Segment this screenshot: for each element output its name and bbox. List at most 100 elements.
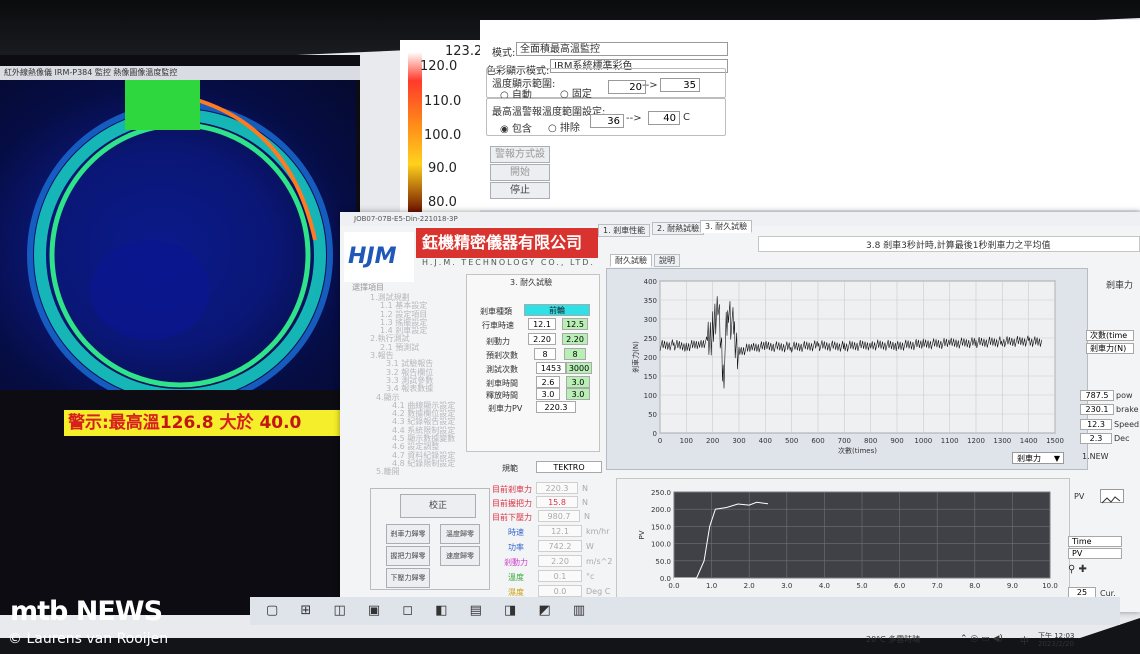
field-label: 預剎次數 xyxy=(486,351,518,360)
x-tick-label: 1200 xyxy=(967,437,985,445)
power-value: 787.5 xyxy=(1080,390,1114,401)
x-tick-label: 1300 xyxy=(993,437,1011,445)
x-tick-label: 1100 xyxy=(941,437,959,445)
grip-force-zero-button[interactable]: 握把力歸零 xyxy=(386,546,430,566)
range-arrow: --> xyxy=(642,80,658,91)
alarm-arrow: --> xyxy=(626,113,642,124)
start-button[interactable]: 開始 xyxy=(490,164,550,181)
field-setpoint[interactable]: 8 xyxy=(564,348,586,360)
brake-force-zero-button[interactable]: 剎車力歸零 xyxy=(386,524,430,544)
field-label: 剎動力 xyxy=(486,337,510,346)
x-tick-label: 10.0 xyxy=(1042,582,1058,590)
brake-pv-label: 剎車力PV xyxy=(488,404,523,413)
brake-force-chart: 0 50 100 150 200 250 300 350 400 0 100 200 300 400 500… xyxy=(631,278,1064,455)
subtab-durability[interactable]: 耐久試驗 xyxy=(610,254,652,267)
pv-box: PV xyxy=(1068,548,1122,559)
field-value: 1453 xyxy=(536,362,566,374)
alarm-include-radio[interactable]: ◉ 包含 xyxy=(500,120,532,135)
readout-unit: W xyxy=(586,542,594,551)
alarm-max-input[interactable]: 40 xyxy=(648,111,680,125)
field-label: 測試次數 xyxy=(486,365,518,374)
stop-button[interactable]: 停止 xyxy=(490,182,550,199)
alarm-setting-button[interactable]: 警報方式設定 xyxy=(490,146,550,176)
field-setpoint[interactable]: 3.0 xyxy=(566,376,590,388)
alarm-threshold: 40.0 xyxy=(259,413,302,433)
field-label: 行車時速 xyxy=(482,321,514,330)
field-value: 2.6 xyxy=(536,376,560,388)
tab-heat-test[interactable]: 2. 耐熱試驗 xyxy=(652,222,705,235)
y-tick-label: 250.0 xyxy=(651,489,671,497)
watermark-logo: mtb NEWS xyxy=(10,596,163,627)
alarm-range-label: 最高溫警報溫度範圍設定: xyxy=(492,107,606,118)
field-value: 12.1 xyxy=(528,318,556,330)
pv-chart: 0.050.0100.0150.0200.0250.00.0 1.0 2.0 3.0 4… xyxy=(638,489,1058,590)
menu-item[interactable]: 5.離開 xyxy=(376,467,470,476)
readout-label: 目前握把力 xyxy=(492,499,532,508)
temperature-zero-button[interactable]: 溫度歸零 xyxy=(440,524,480,544)
range-min-input[interactable]: 20 xyxy=(608,80,646,94)
company-name-cn: 鈺機精密儀器有限公司 xyxy=(416,228,598,258)
mode-select[interactable]: 全面積最高溫監控 xyxy=(516,42,728,56)
x-tick-label: 900 xyxy=(890,437,903,445)
y-tick-label: 50.0 xyxy=(655,558,671,566)
brake-value: 230.1 xyxy=(1080,404,1114,415)
range-max-input[interactable]: 35 xyxy=(660,78,700,92)
clock-date[interactable]: 2023/2/20 xyxy=(1038,640,1074,648)
calibrate-button[interactable]: 校正 xyxy=(400,494,476,518)
y-tick-label: 350 xyxy=(644,297,657,305)
x-axis-label: 次數(times) xyxy=(838,446,877,455)
zoom-icon[interactable]: ⚲ ✚ xyxy=(1068,564,1087,575)
company-name-en: H.J.M. TECHNOLOGY CO., LTD. xyxy=(422,258,595,267)
scale-tick: 120.0 xyxy=(420,59,458,74)
brake-type-value: 前輪 xyxy=(524,304,590,316)
alarm-label: 警示:最高溫 xyxy=(68,413,160,433)
scale-tick: 90.0 xyxy=(428,161,457,176)
menu-item[interactable]: 4.8 紀錄限制設定 xyxy=(392,459,470,468)
tray-icons[interactable]: ⌃ ◎ ▭ ◀) xyxy=(960,634,1003,644)
x-tick-label: 100 xyxy=(680,437,693,445)
subtab-description[interactable]: 說明 xyxy=(654,254,680,267)
alarm-exclude-radio[interactable]: ○ 排除 xyxy=(548,119,580,134)
scale-max: 123.2 xyxy=(445,44,483,59)
weather[interactable]: 20°C 多雲時晴 xyxy=(866,634,920,645)
taskbar-icons[interactable]: ▢ ⊞ ◫ ▣ ◻ ◧ ▤ ◨ ◩ ▥ xyxy=(266,603,594,618)
x-tick-label: 500 xyxy=(785,437,798,445)
y-tick-label: 0 xyxy=(653,430,657,438)
x-tick-label: 3.0 xyxy=(781,582,792,590)
x-tick-label: 1500 xyxy=(1046,437,1064,445)
readout-value: 12.1 xyxy=(538,525,582,537)
brake-pv-value: 220.3 xyxy=(536,401,576,413)
readout-unit: N xyxy=(582,498,588,507)
field-value: 8 xyxy=(534,348,556,360)
x-tick-label: 4.0 xyxy=(819,582,830,590)
readout-unit: N xyxy=(582,484,588,493)
count-unit-box: 次數(time xyxy=(1086,330,1134,341)
hjm-logo: HJM xyxy=(344,232,414,282)
readout-label: 時速 xyxy=(508,528,524,537)
field-setpoint[interactable]: 2.20 xyxy=(562,333,588,345)
x-tick-label: 0 xyxy=(658,437,662,445)
tab-durability-test[interactable]: 3. 耐久試驗 xyxy=(700,220,753,233)
down-force-zero-button[interactable]: 下壓力歸零 xyxy=(386,568,430,588)
readout-label: 目前剎車力 xyxy=(492,485,532,494)
tab-brake-performance[interactable]: 1. 剎車性能 xyxy=(598,224,651,237)
alarm-banner: 警示:最高溫126.8 大於 40.0 xyxy=(64,410,354,436)
y-tick-label: 50 xyxy=(648,411,657,419)
readout-unit: m/s^2 xyxy=(586,557,613,566)
x-tick-label: 600 xyxy=(811,437,824,445)
speed-zero-button[interactable]: 速度歸零 xyxy=(440,546,480,566)
ime-indicator[interactable]: 中 xyxy=(1020,634,1029,647)
menu-header: 選擇項目 xyxy=(352,283,384,292)
channel-select-value: 剎車力 xyxy=(1017,454,1041,463)
field-setpoint[interactable]: 3.0 xyxy=(566,388,590,400)
readout-label: 溫度 xyxy=(508,573,524,582)
channel-select[interactable]: 剎車力 ▼ xyxy=(1012,452,1064,464)
x-tick-label: 9.0 xyxy=(1007,582,1018,590)
field-setpoint[interactable]: 3000 xyxy=(566,362,592,374)
x-tick-label: 5.0 xyxy=(856,582,867,590)
brake-label: brake xyxy=(1116,405,1139,414)
waveform-icon[interactable] xyxy=(1100,489,1124,504)
scale-tick: 80.0 xyxy=(428,195,457,210)
field-setpoint[interactable]: 12.5 xyxy=(562,318,588,330)
alarm-min-input[interactable]: 36 xyxy=(590,114,624,128)
